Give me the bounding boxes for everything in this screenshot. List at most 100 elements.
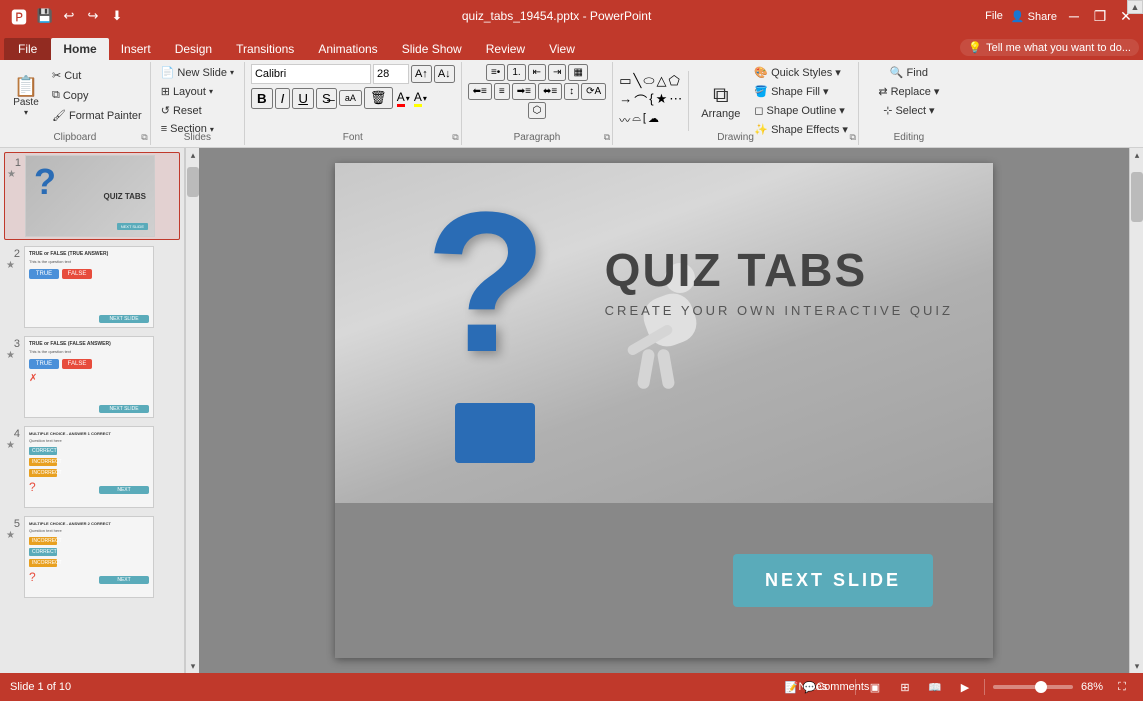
font-color-chevron[interactable]: ▾ [406,94,410,103]
reading-view-button[interactable]: 📖 [924,676,946,698]
comments-button[interactable]: 💬 Comments [825,676,847,698]
decrease-indent-button[interactable]: ⇤ [528,64,546,81]
find-button[interactable]: 🔍 Find [886,64,932,81]
select-button[interactable]: ⊹ Select ▾ [879,102,938,119]
normal-view-button[interactable]: ▣ [864,676,886,698]
italic-button[interactable]: I [275,88,291,109]
align-right-button[interactable]: ➡≡ [512,83,536,100]
tell-me-box[interactable]: 💡 Tell me what you want to do... [960,39,1139,56]
tab-design[interactable]: Design [163,38,224,60]
zoom-slider[interactable] [993,685,1073,689]
shape-curve-icon[interactable]: ⌒ [634,91,647,110]
align-center-button[interactable]: ≡ [494,83,510,100]
font-size-input[interactable] [373,64,409,84]
redo-button[interactable]: ↪ [82,5,104,27]
scroll-thumb[interactable] [187,167,199,197]
zoom-slider-thumb[interactable] [1035,681,1047,693]
shape-brace-icon[interactable]: { [649,91,653,110]
canvas-scroll-down[interactable]: ▾ [1130,659,1143,673]
shape-arc-icon[interactable]: ⌓ [632,112,641,128]
font-name-input[interactable] [251,64,371,84]
bold-button[interactable]: B [251,88,273,109]
align-left-button[interactable]: ⬅≡ [468,83,492,100]
shape-freeform-icon[interactable]: 〰 [619,112,630,128]
tab-animations[interactable]: Animations [306,38,389,60]
slideshow-button[interactable]: ▶ [954,676,976,698]
clearformat-button[interactable]: 🗑 [364,87,393,109]
new-slide-button[interactable]: 📄 New Slide ▾ [157,64,238,81]
slide-thumb-5[interactable]: 5 ★ MULTIPLE CHOICE - ANSWER 2 CORRECT Q… [4,514,180,600]
layout-button[interactable]: ⊞ Layout ▾ [157,83,217,100]
line-spacing-button[interactable]: ↕ [564,83,579,100]
shape-outline-button[interactable]: ◻ Shape Outline ▾ [750,102,852,119]
restore-button[interactable]: ❐ [1091,7,1109,25]
shape-pentagon-icon[interactable]: ⬠ [668,73,679,89]
shape-rect-icon[interactable]: ▭ [619,73,631,89]
shape-star-icon[interactable]: ★ [656,91,668,110]
tab-transitions[interactable]: Transitions [224,38,306,60]
cut-button[interactable]: ✂ Cut [48,67,146,84]
tab-file[interactable]: File [4,38,51,60]
fit-slide-button[interactable]: ⛶ [1111,676,1133,698]
font-size-decrease-button[interactable]: A↓ [434,65,455,83]
justify-button[interactable]: ⬌≡ [538,83,562,100]
clipboard-expand-icon[interactable]: ⧉ [141,132,147,143]
slide-thumb-1[interactable]: 1 ★ ? QUIZ TABS NEXT SLIDE [4,152,180,240]
office-tutorials-link[interactable]: File [985,10,1003,22]
replace-button[interactable]: ⇄ Replace ▾ [874,83,943,100]
paste-button[interactable]: 📋 Paste ▾ [6,68,46,126]
drawing-expand-icon[interactable]: ⧉ [849,132,855,143]
tab-slideshow[interactable]: Slide Show [390,38,474,60]
status-bar: Slide 1 of 10 📝 Notes 💬 Comments ▣ ⊞ 📖 ▶… [0,673,1143,701]
highlight-chevron[interactable]: ▾ [423,94,427,103]
convert-to-smartart-button[interactable]: ⬡ [528,102,547,119]
copy-button[interactable]: ⧉ Copy [48,87,146,104]
paragraph-label: Paragraph [462,132,613,143]
canvas-scroll-thumb[interactable] [1131,172,1143,222]
strikethrough-button[interactable]: S̶ [316,88,337,109]
save-button[interactable]: 💾 [34,5,56,27]
shape-fill-button[interactable]: 🪣 Shape Fill ▾ [750,83,852,100]
undo-button[interactable]: ↩ [58,5,80,27]
shape-cloud-icon[interactable]: ☁ [648,112,659,128]
paragraph-expand-icon[interactable]: ⧉ [604,132,610,143]
scroll-down-arrow[interactable]: ▾ [186,659,200,673]
fill-icon: 🪣 [754,85,768,98]
slide-thumb-3[interactable]: 3 ★ TRUE or FALSE (FALSE ANSWER) This is… [4,334,180,420]
customize-qa-button[interactable]: ⬇ [106,5,128,27]
tab-home[interactable]: Home [51,38,108,60]
minimize-button[interactable]: ─ [1065,7,1083,25]
format-painter-button[interactable]: 🖌 Format Painter [48,107,146,124]
slide-canvas[interactable]: ? [335,163,993,658]
shape-arrow-icon[interactable]: → [619,91,632,110]
slide-thumb-2[interactable]: 2 ★ TRUE or FALSE (TRUE ANSWER) This is … [4,244,180,330]
numbering-button[interactable]: 1. [507,64,525,81]
quick-styles-button[interactable]: 🎨 Quick Styles ▾ [750,64,852,81]
bullets-button[interactable]: ≡• [486,64,505,81]
shape-bracket-icon[interactable]: [ [643,112,646,128]
slide-sorter-button[interactable]: ⊞ [894,676,916,698]
font-expand-icon[interactable]: ⧉ [452,132,458,143]
tab-insert[interactable]: Insert [109,38,163,60]
font-size-increase-button[interactable]: A↑ [411,65,432,83]
tab-review[interactable]: Review [474,38,537,60]
ribbon-collapse-button[interactable]: ▲ [1127,0,1143,14]
slide-thumb-4[interactable]: 4 ★ MULTIPLE CHOICE - ANSWER 1 CORRECT Q… [4,424,180,510]
text-direction-button[interactable]: ⟳A [581,83,606,100]
arrange-button[interactable]: ⧉ Arrange [695,72,746,130]
underline-button[interactable]: U [292,88,314,109]
shape-more-icon[interactable]: ⋯ [669,91,682,110]
replace-icon: ⇄ [878,85,887,98]
copy-icon: ⧉ [52,89,60,102]
next-slide-button[interactable]: NEXT SLIDE [733,554,933,607]
shape-line-icon[interactable]: ╲ [634,73,642,89]
shape-triangle-icon[interactable]: △ [656,73,666,89]
reset-button[interactable]: ↺ Reset [157,102,206,119]
share-button[interactable]: 👤 Share [1011,10,1057,23]
increase-indent-button[interactable]: ⇥ [548,64,566,81]
smallcaps-button[interactable]: aA [339,90,362,106]
shape-oval-icon[interactable]: ⬭ [643,73,654,89]
tab-view[interactable]: View [537,38,587,60]
canvas-scroll-up[interactable]: ▴ [1130,148,1143,162]
columns-button[interactable]: ▦ [568,64,587,81]
